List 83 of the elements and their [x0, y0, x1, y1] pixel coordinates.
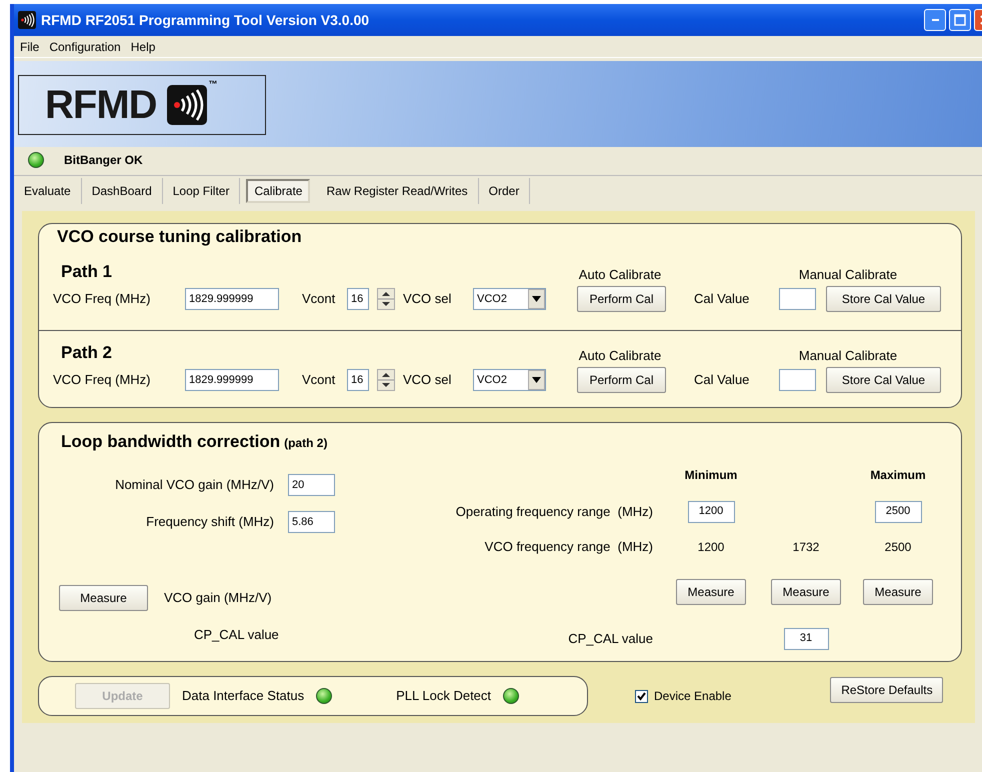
input-field[interactable]: 1200: [688, 500, 734, 522]
dropdown-arrow-icon: [532, 377, 541, 383]
perform-button[interactable]: Perform Cal: [577, 286, 666, 312]
checkbox-label: Device Enable: [654, 688, 732, 705]
input-field[interactable]: [779, 288, 816, 310]
field-label: CP_CAL value: [194, 626, 279, 644]
field-label: Cal Value: [694, 290, 750, 308]
maximize-icon: [954, 14, 966, 26]
input-field[interactable]: 5.86: [288, 511, 335, 533]
dropdown-arrow-icon: [532, 296, 541, 302]
field-label: Frequency shift (MHz): [145, 513, 275, 532]
app-icon: [18, 11, 36, 29]
section-note: (path 2): [284, 435, 328, 452]
minimize-button[interactable]: [924, 9, 946, 31]
store-button[interactable]: Store Cal Value: [826, 286, 941, 312]
field-label: VCO Freq (MHz): [53, 290, 152, 308]
menu-item[interactable]: File: [16, 38, 44, 56]
path-title: Path 1: [61, 260, 114, 282]
range-value: 1732: [792, 538, 820, 556]
indicator-label: PLL Lock Detect: [396, 687, 492, 706]
column-header: Minimum: [684, 466, 738, 484]
tab[interactable]: Evaluate: [14, 178, 82, 204]
field-label: VCO gain (MHz/V): [164, 589, 272, 608]
checkbox[interactable]: [635, 690, 648, 702]
spinner-control[interactable]: [377, 288, 395, 310]
window-title: RFMD RF2051 Programming Tool Version V3.0.00: [41, 10, 370, 30]
field-label: CP_CAL value: [568, 630, 654, 648]
field-label: VCO frequency range (MHz): [484, 538, 654, 556]
range-value: 2500: [884, 538, 912, 556]
dropdown-value: VCO2: [477, 372, 507, 388]
input-field[interactable]: [779, 369, 816, 391]
input-field[interactable]: 1829.999999: [185, 369, 279, 391]
path-title: Path 2: [61, 342, 114, 364]
field-label: VCO sel: [403, 290, 452, 308]
field-label: VCO sel: [403, 371, 452, 390]
spinner-control[interactable]: [377, 369, 395, 391]
section-title: Loop bandwidth correction: [61, 431, 280, 453]
measure-button[interactable]: Measure: [863, 578, 933, 604]
menu-item[interactable]: Help: [126, 38, 160, 56]
minimize-icon: [932, 19, 938, 21]
input-field[interactable]: 1829.999999: [185, 288, 279, 310]
column-label: Manual Calibrate: [798, 346, 898, 364]
measure-button[interactable]: Measure: [676, 578, 746, 604]
tab[interactable]: DashBoard: [82, 178, 163, 204]
field-label: Vcont: [302, 371, 336, 390]
spinner-arrows-icon: [378, 289, 394, 309]
input-field[interactable]: 20: [288, 474, 335, 496]
tab[interactable]: Loop Filter: [162, 178, 240, 204]
checkmark-icon: [636, 690, 647, 702]
column-header: Maximum: [870, 466, 926, 484]
field-label: Vcont: [302, 290, 336, 308]
measure-button[interactable]: Measure: [59, 585, 148, 611]
dropdown-field[interactable]: VCO2: [473, 369, 546, 391]
tab[interactable]: Calibrate: [246, 178, 310, 202]
menu-item[interactable]: Configuration: [45, 38, 125, 56]
spinner-arrows-icon: [378, 370, 394, 390]
measure-button[interactable]: Measure: [771, 578, 841, 604]
field-label: Operating frequency range (MHz): [456, 502, 654, 521]
input-field[interactable]: 16: [347, 288, 369, 310]
maximize-button[interactable]: [949, 9, 971, 31]
dropdown-value: VCO2: [477, 292, 507, 307]
input-field[interactable]: 16: [347, 369, 369, 391]
store-button[interactable]: Store Cal Value: [826, 367, 941, 393]
logo-text: RFMD: [45, 85, 157, 125]
tab[interactable]: Raw Register Read/Writes: [316, 178, 479, 204]
column-label: Auto Calibrate: [578, 266, 662, 284]
column-label: Auto Calibrate: [578, 346, 662, 364]
field-label: Cal Value: [694, 371, 750, 390]
field-label: Nominal VCO gain (MHz/V): [114, 476, 275, 494]
column-label: Manual Calibrate: [798, 266, 898, 284]
section-title: VCO course tuning calibration: [57, 226, 303, 248]
trademark-sign: ™: [208, 78, 218, 91]
indicator-label: Data Interface Status: [182, 687, 304, 706]
input-field[interactable]: 31: [784, 628, 828, 650]
perform-button[interactable]: Perform Cal: [577, 367, 666, 393]
range-value: 1200: [698, 538, 724, 556]
radio-waves-icon: [166, 85, 207, 125]
restore-button[interactable]: ReStore Defaults: [830, 677, 944, 703]
input-field[interactable]: 2500: [874, 500, 922, 522]
connection-status: BitBanger OK: [64, 152, 143, 169]
dropdown-field[interactable]: VCO2: [473, 288, 546, 310]
field-label: VCO Freq (MHz): [53, 371, 152, 390]
tab[interactable]: Order: [478, 178, 530, 204]
